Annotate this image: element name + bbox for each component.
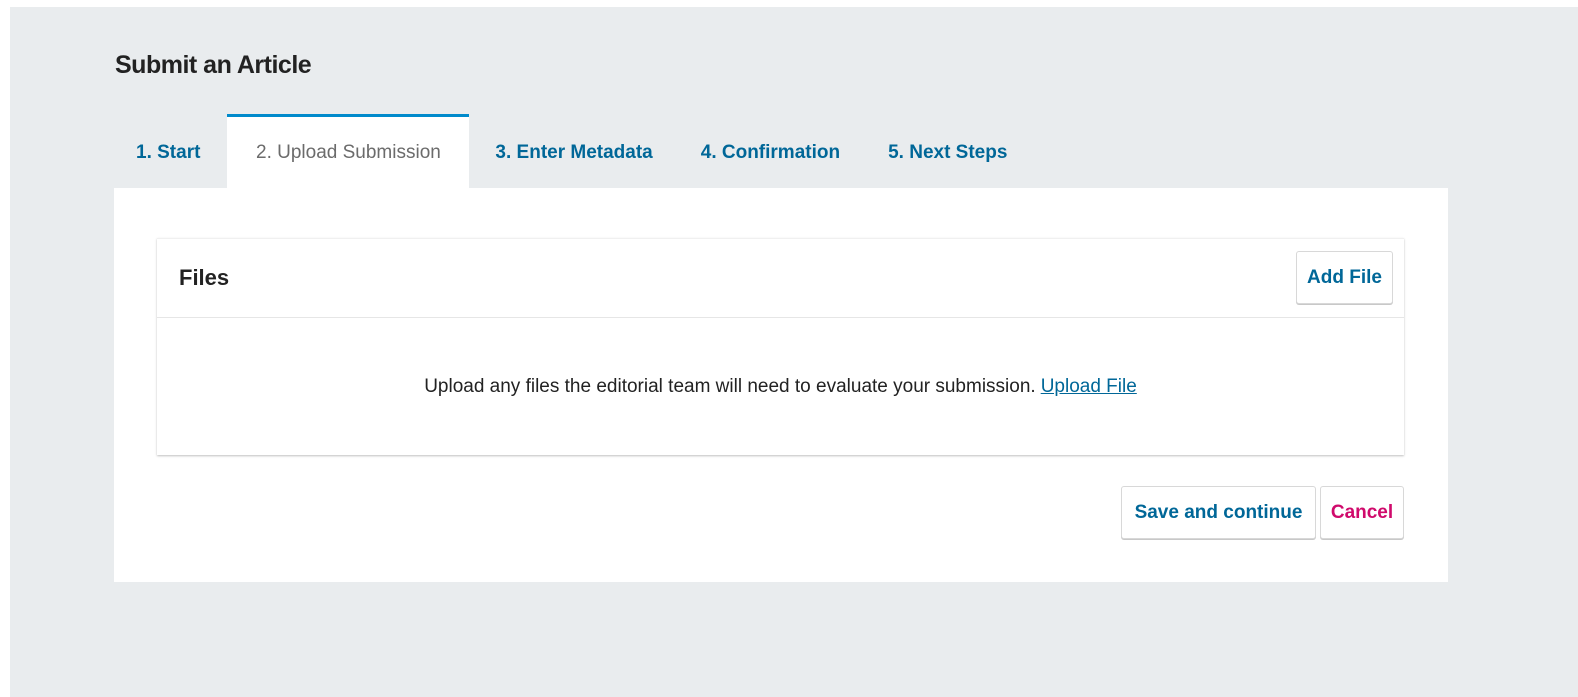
page-background: Submit an Article 1. Start 2. Upload Sub…	[10, 7, 1578, 697]
cancel-button[interactable]: Cancel	[1320, 486, 1404, 539]
upload-panel: Files Add File Upload any files the edit…	[114, 188, 1448, 582]
files-header: Files Add File	[157, 239, 1404, 318]
tab-start[interactable]: 1. Start	[115, 114, 227, 188]
files-title: Files	[179, 265, 230, 290]
save-and-continue-button[interactable]: Save and continue	[1121, 486, 1316, 539]
tab-confirmation[interactable]: 4. Confirmation	[677, 114, 864, 188]
tab-upload-submission[interactable]: 2. Upload Submission	[227, 114, 470, 188]
upload-file-link[interactable]: Upload File	[1041, 376, 1137, 398]
files-grid: Files Add File Upload any files the edit…	[157, 238, 1404, 455]
page-title: Submit an Article	[115, 51, 312, 79]
tab-next-steps[interactable]: 5. Next Steps	[864, 114, 1028, 188]
upload-instructions: Upload any files the editorial team will…	[424, 375, 1036, 397]
files-empty-message: Upload any files the editorial team will…	[157, 318, 1404, 455]
wizard-tabs: 1. Start 2. Upload Submission 3. Enter M…	[115, 114, 1028, 188]
add-file-button[interactable]: Add File	[1296, 251, 1393, 304]
tab-enter-metadata[interactable]: 3. Enter Metadata	[469, 114, 676, 188]
